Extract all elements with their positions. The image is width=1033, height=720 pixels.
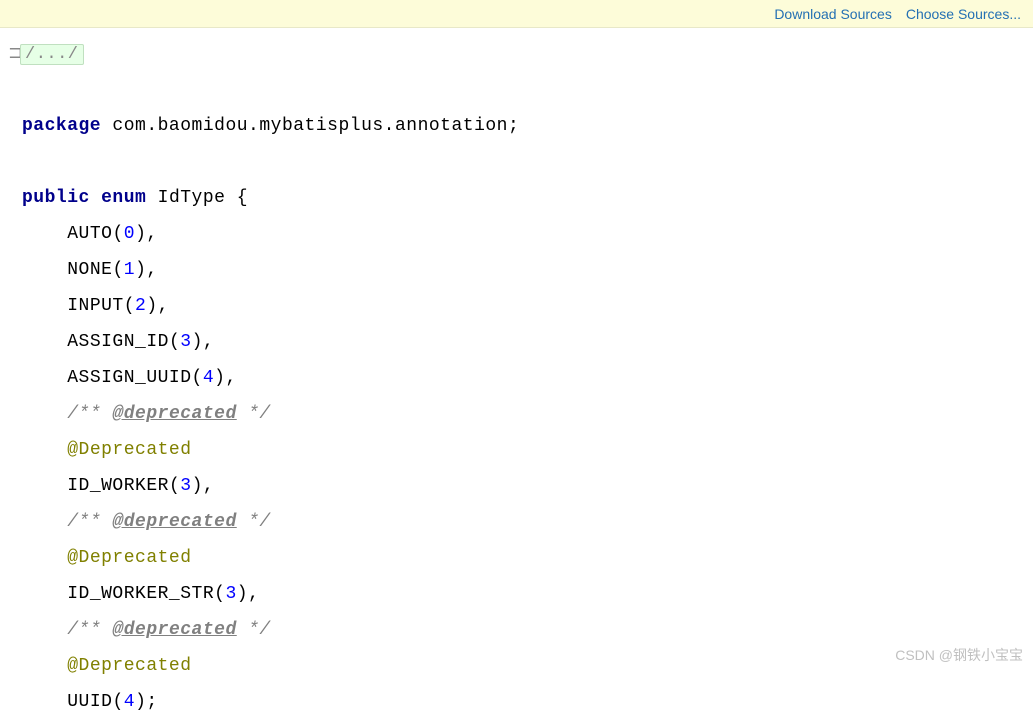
enum-number: 4	[203, 368, 214, 388]
code-line: UUID(4);	[4, 684, 1033, 720]
comment: */	[237, 404, 271, 424]
code-line: INPUT(2),	[4, 288, 1033, 324]
fold-marker[interactable]: /.../	[20, 44, 84, 65]
deprecated-annotation: @Deprecated	[67, 440, 191, 460]
watermark: CSDN @钢铁小宝宝	[895, 645, 1023, 665]
enum-value: INPUT	[67, 296, 124, 316]
package-name: com.baomidou.mybatisplus.annotation;	[101, 116, 519, 136]
enum-value: UUID	[67, 692, 112, 712]
enum-number: 3	[180, 332, 191, 352]
code-line: AUTO(0),	[4, 216, 1033, 252]
deprecated-tag: @deprecated	[112, 512, 236, 532]
code-line: @Deprecated	[4, 540, 1033, 576]
enum-number: 0	[124, 224, 135, 244]
enum-value: ID_WORKER	[67, 476, 169, 496]
enum-value: ID_WORKER_STR	[67, 584, 214, 604]
deprecated-tag: @deprecated	[112, 620, 236, 640]
code-line: /** @deprecated */	[4, 612, 1033, 648]
enum-number: 1	[124, 260, 135, 280]
deprecated-tag: @deprecated	[112, 404, 236, 424]
download-sources-link[interactable]: Download Sources	[774, 6, 892, 22]
class-name: IdType {	[146, 188, 248, 208]
keyword-public: public	[22, 188, 90, 208]
enum-value: ASSIGN_ID	[67, 332, 169, 352]
code-line: package com.baomidou.mybatisplus.annotat…	[4, 108, 1033, 144]
enum-value: NONE	[67, 260, 112, 280]
code-line	[4, 72, 1033, 108]
comment: /**	[67, 620, 112, 640]
code-editor[interactable]: ⊐/.../ package com.baomidou.mybatisplus.…	[0, 28, 1033, 720]
deprecated-annotation: @Deprecated	[67, 656, 191, 676]
comment: /**	[67, 404, 112, 424]
enum-value: ASSIGN_UUID	[67, 368, 191, 388]
keyword-package: package	[22, 116, 101, 136]
comment: */	[237, 512, 271, 532]
code-line: ⊐/.../	[4, 36, 1033, 72]
code-line: /** @deprecated */	[4, 504, 1033, 540]
comment: */	[237, 620, 271, 640]
code-line: ASSIGN_UUID(4),	[4, 360, 1033, 396]
gutter-icon: ⊐	[8, 36, 20, 72]
enum-number: 3	[180, 476, 191, 496]
enum-number: 2	[135, 296, 146, 316]
enum-number: 3	[225, 584, 236, 604]
code-line: NONE(1),	[4, 252, 1033, 288]
code-line: /** @deprecated */	[4, 396, 1033, 432]
keyword-enum: enum	[101, 188, 146, 208]
code-line	[4, 144, 1033, 180]
choose-sources-link[interactable]: Choose Sources...	[906, 6, 1021, 22]
notification-bar: Download Sources Choose Sources...	[0, 0, 1033, 28]
code-line: @Deprecated	[4, 432, 1033, 468]
code-line: @Deprecated	[4, 648, 1033, 684]
code-line: ID_WORKER_STR(3),	[4, 576, 1033, 612]
code-line: ID_WORKER(3),	[4, 468, 1033, 504]
deprecated-annotation: @Deprecated	[67, 548, 191, 568]
comment: /**	[67, 512, 112, 532]
enum-value: AUTO	[67, 224, 112, 244]
code-line: ASSIGN_ID(3),	[4, 324, 1033, 360]
enum-number: 4	[124, 692, 135, 712]
code-line: public enum IdType {	[4, 180, 1033, 216]
